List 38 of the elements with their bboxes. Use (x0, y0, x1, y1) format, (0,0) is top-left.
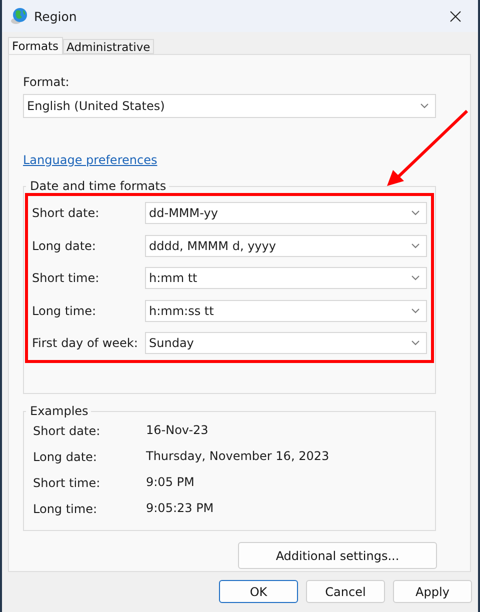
dialog-button[interactable]: OK (219, 580, 298, 603)
example-value: 9:05:23 PM (146, 501, 214, 516)
additional-settings-button[interactable]: Additional settings... (238, 542, 437, 569)
chevron-icon (411, 242, 420, 248)
group-title: Date and time formats (29, 179, 168, 193)
field-label: Short time: (32, 271, 100, 285)
window-title: Region (34, 8, 78, 24)
example-label: Long date: (33, 450, 98, 464)
example-value: 16-Nov-23 (146, 423, 208, 438)
globe-icon (10, 7, 28, 25)
example-label: Short time: (33, 476, 102, 490)
format-label: Format: (23, 75, 70, 90)
format-dropdown[interactable]: dddd, MMMM d, yyyy (145, 234, 427, 256)
format-dropdown[interactable]: English (United States) (23, 94, 436, 118)
chevron-icon (411, 340, 420, 346)
language-preferences-link[interactable]: Language preferences (23, 153, 158, 167)
tab[interactable]: Formats (8, 37, 63, 54)
format-dropdown[interactable]: Sunday (145, 332, 427, 354)
format-dropdown[interactable]: h:mm:ss tt (145, 300, 427, 322)
dialog-button[interactable]: Cancel (306, 580, 385, 603)
example-label: Long time: (33, 502, 98, 516)
chevron-icon (411, 308, 420, 314)
example-value: 9:05 PM (146, 475, 194, 490)
example-label: Short date: (33, 424, 102, 438)
format-dropdown[interactable]: dd-MMM-yy (145, 202, 427, 224)
dialog-button[interactable]: Apply (393, 580, 472, 603)
chevron-icon (411, 210, 420, 216)
field-label: Long time: (32, 304, 98, 318)
close-icon (450, 10, 460, 22)
format-dropdown[interactable]: h:mm tt (145, 267, 427, 289)
field-label: Short date: (32, 206, 100, 220)
chevron-icon (411, 275, 420, 281)
tab[interactable]: Administrative (62, 39, 154, 54)
chevron-icon (420, 103, 429, 109)
field-label: Long date: (32, 238, 97, 252)
group-title: Examples (29, 404, 90, 418)
example-value: Thursday, November 16, 2023 (146, 449, 330, 464)
field-label: First day of week: (32, 336, 139, 350)
